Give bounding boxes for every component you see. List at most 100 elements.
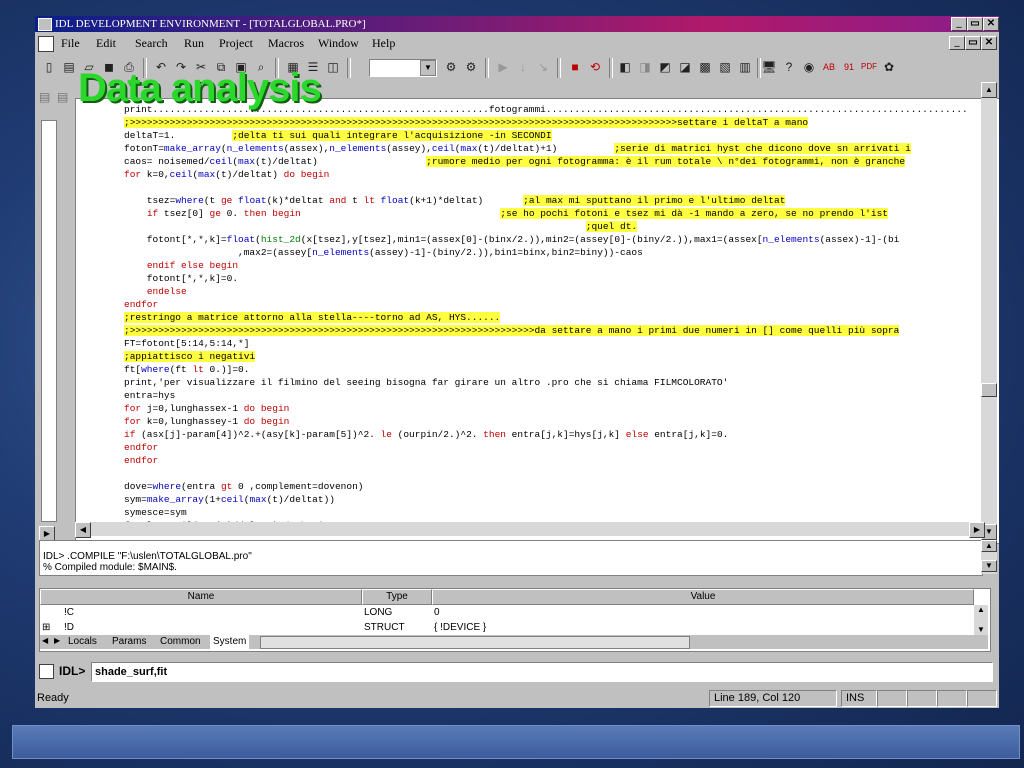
- code-line[interactable]: sym=make_array(1+ceil(max(t)/deltat)): [124, 493, 335, 506]
- code-line[interactable]: endelse: [124, 285, 187, 298]
- code-line[interactable]: entra=hys: [124, 389, 175, 402]
- scroll-thumb[interactable]: [981, 383, 997, 397]
- output-icon[interactable]: ▧: [717, 59, 733, 75]
- code-line[interactable]: ft[where(ft lt 0.)]=0.: [124, 363, 249, 376]
- maximize-button[interactable]: ▭: [967, 17, 983, 31]
- compile-all-icon[interactable]: ⚙: [463, 59, 479, 75]
- code-line[interactable]: ;>>>>>>>>>>>>>>>>>>>>>>>>>>>>>>>>>>>>>>>…: [124, 116, 809, 129]
- code-line[interactable]: endfor: [124, 441, 158, 454]
- command-input[interactable]: shade_surf,fit: [91, 662, 993, 682]
- menu-edit[interactable]: Edit: [96, 33, 116, 53]
- output-log[interactable]: IDL> .COMPILE "F:\uslen\TOTALGLOBAL.pro"…: [39, 540, 983, 576]
- menu-search[interactable]: Search: [135, 33, 168, 53]
- menu-project[interactable]: Project: [219, 33, 253, 53]
- code-line[interactable]: caos= noisemed/ceil(max(t)/deltat) ;rumo…: [124, 155, 906, 168]
- help-cursor-icon[interactable]: ?: [781, 59, 797, 75]
- menu-window[interactable]: Window: [318, 33, 359, 53]
- code-line[interactable]: for j=0,lunghassex-1 do begin: [124, 402, 289, 415]
- run-icon[interactable]: ▶: [495, 59, 511, 75]
- code-line[interactable]: FT=fotont[5:14,5:14,*]: [124, 337, 249, 350]
- var-name[interactable]: !C: [64, 606, 74, 620]
- code-line[interactable]: print,'per visualizzare il filmino del s…: [124, 376, 728, 389]
- col-header-name[interactable]: Name: [40, 589, 362, 605]
- new-file-icon[interactable]: ▯: [41, 59, 57, 75]
- code-line[interactable]: if (asx[j]-param[4])^2.+(asy[k]-param[5]…: [124, 428, 728, 441]
- gutter-tool-2-icon[interactable]: ▤: [57, 90, 68, 104]
- vars-scroll-up-icon[interactable]: ▲: [977, 605, 985, 614]
- layout-3-icon[interactable]: ◫: [325, 59, 341, 75]
- col-header-type[interactable]: Type: [362, 589, 432, 605]
- reset-icon[interactable]: ⟲: [587, 59, 603, 75]
- title-bar[interactable]: IDL DEVELOPMENT ENVIRONMENT - [TOTALGLOB…: [35, 16, 999, 32]
- breakpoint-icon[interactable]: ◧: [617, 59, 633, 75]
- tab-locals[interactable]: Locals: [68, 635, 97, 649]
- chevron-down-icon[interactable]: ▼: [420, 60, 436, 76]
- app-icon[interactable]: [38, 18, 52, 31]
- code-line[interactable]: if tsez[0] ge 0. then begin ;se ho pochi…: [124, 207, 888, 220]
- tab-common[interactable]: Common: [160, 635, 201, 649]
- code-line[interactable]: deltaT=1. ;delta ti sui quali integrare …: [124, 129, 552, 142]
- minimize-button[interactable]: _: [951, 17, 967, 31]
- eye-icon[interactable]: ◉: [801, 59, 817, 75]
- vars-scroll-down-icon[interactable]: ▼: [977, 625, 985, 634]
- ab-icon[interactable]: AB: [821, 59, 837, 75]
- tab-params[interactable]: Params: [112, 635, 146, 649]
- variables-icon[interactable]: ▩: [697, 59, 713, 75]
- code-line[interactable]: endif else begin: [124, 259, 238, 272]
- clear-breakpoint-icon[interactable]: ◨: [637, 59, 653, 75]
- profile-icon[interactable]: ◩: [657, 59, 673, 75]
- monitor-icon[interactable]: 🖥: [761, 59, 777, 75]
- code-line[interactable]: ;>>>>>>>>>>>>>>>>>>>>>>>>>>>>>>>>>>>>>>>…: [124, 324, 900, 337]
- var-name[interactable]: !D: [64, 621, 74, 635]
- editor-horizontal-scrollbar[interactable]: ◀ ▶: [75, 522, 985, 538]
- gutter-tool-icon[interactable]: ▤: [39, 90, 50, 104]
- doc-restore-button[interactable]: ▭: [965, 36, 981, 50]
- vars-vertical-scrollbar[interactable]: ▲ ▼: [974, 605, 988, 635]
- document-icon[interactable]: [38, 36, 54, 52]
- toolbar-combo[interactable]: ▼: [369, 59, 437, 77]
- code-line[interactable]: ;quel dt.: [124, 220, 638, 233]
- menu-help[interactable]: Help: [372, 33, 395, 53]
- pdf-icon[interactable]: PDF: [861, 59, 877, 75]
- vars-horizontal-scrollbar[interactable]: [260, 636, 690, 649]
- code-editor[interactable]: print...................................…: [75, 98, 999, 544]
- step-icon[interactable]: ↓: [515, 59, 531, 75]
- tab-system[interactable]: System: [210, 635, 250, 649]
- doc-close-button[interactable]: ✕: [981, 36, 997, 50]
- close-button[interactable]: ✕: [983, 17, 999, 31]
- tab-scroll-right-icon[interactable]: ▶: [54, 636, 60, 645]
- scroll-right-button[interactable]: ▶: [969, 522, 985, 538]
- editor-vertical-scrollbar[interactable]: ▲ ▼: [981, 82, 997, 540]
- code-line[interactable]: symesce=sym: [124, 506, 187, 519]
- new-project-icon[interactable]: ▤: [61, 59, 77, 75]
- code-line[interactable]: endfor: [124, 298, 158, 311]
- doc-minimize-button[interactable]: _: [949, 36, 965, 50]
- command-icon[interactable]: ▥: [737, 59, 753, 75]
- code-line[interactable]: dove=where(entra gt 0 ,complement=doveno…: [124, 480, 363, 493]
- output-scroll-up-button[interactable]: ▲: [981, 540, 997, 552]
- code-explorer-panel[interactable]: [41, 120, 57, 522]
- stop-icon[interactable]: ■: [567, 59, 583, 75]
- code-line[interactable]: ,max2=(assey[n_elements(assey)-1]-(biny/…: [124, 246, 643, 259]
- output-scroll-down-button[interactable]: ▼: [981, 560, 997, 572]
- menu-run[interactable]: Run: [184, 33, 204, 53]
- output-scrollbar[interactable]: ▲ ▼: [981, 540, 997, 574]
- code-line[interactable]: for k=0,lunghassey-1 do begin: [124, 415, 289, 428]
- step-over-icon[interactable]: ↘: [535, 59, 551, 75]
- code-line[interactable]: ;appiattisco i negativi: [124, 350, 256, 363]
- watch-icon[interactable]: ◪: [677, 59, 693, 75]
- compile-icon[interactable]: ⚙: [443, 59, 459, 75]
- code-line[interactable]: tsez=where(t ge float(k)*deltat and t lt…: [124, 194, 786, 207]
- code-line[interactable]: fotont[*,*,k]=0.: [124, 272, 238, 285]
- code-line[interactable]: ;restringo a matrice attorno alla stella…: [124, 311, 501, 324]
- menu-file[interactable]: File: [61, 33, 80, 53]
- digits-icon[interactable]: 91: [841, 59, 857, 75]
- menu-macros[interactable]: Macros: [268, 33, 304, 53]
- col-header-value[interactable]: Value: [432, 589, 974, 605]
- code-line[interactable]: fotont[*,*,k]=float(hist_2d(x[tsez],y[ts…: [124, 233, 900, 246]
- scroll-left-button[interactable]: ◀: [75, 522, 91, 538]
- row-expander[interactable]: ⊞: [42, 621, 50, 635]
- palette-icon[interactable]: ✿: [881, 59, 897, 75]
- code-line[interactable]: fotonT=make_array(n_elements(assex),n_el…: [124, 142, 911, 155]
- code-line[interactable]: for k=0,ceil(max(t)/deltat) do begin: [124, 168, 329, 181]
